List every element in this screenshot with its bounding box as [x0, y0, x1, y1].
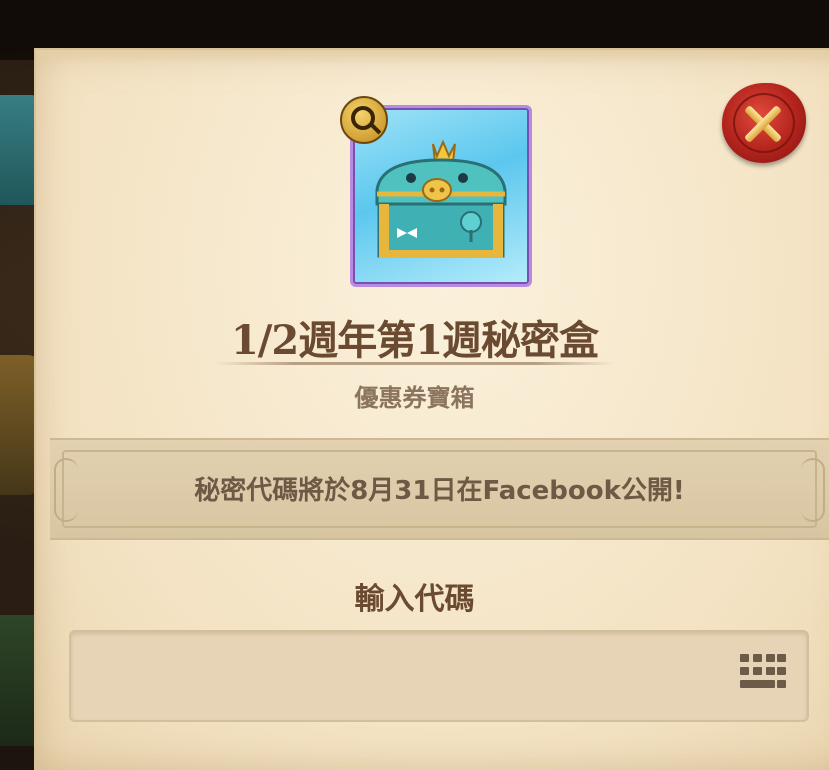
title-divider — [215, 362, 615, 365]
background-chest-green — [0, 615, 38, 746]
magnifier-handle — [370, 123, 382, 135]
code-input-box[interactable] — [69, 630, 809, 722]
code-input[interactable] — [87, 632, 721, 722]
notice-banner: 秘密代碼將於8月31日在Facebook公開! — [50, 438, 829, 540]
notice-text: 秘密代碼將於8月31日在Facebook公開! — [194, 476, 685, 506]
item-title: 1/2週年第1週秘密盒 — [230, 317, 599, 364]
keyboard-icon[interactable] — [740, 654, 786, 698]
item-subtitle: 優惠券寶箱 — [354, 384, 475, 412]
zoom-button[interactable] — [340, 96, 388, 144]
code-input-label: 輸入代碼 — [354, 582, 475, 617]
treasure-chest-icon — [375, 139, 507, 258]
